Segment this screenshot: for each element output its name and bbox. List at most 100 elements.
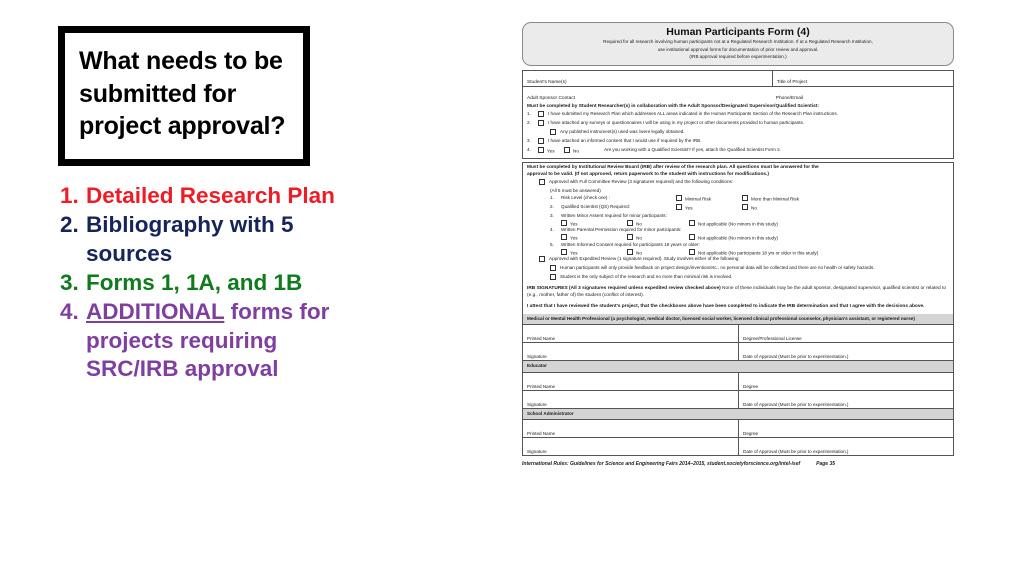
date-of-approval-field[interactable]: Date of Approval (Must be prior to exper… [739, 438, 953, 455]
printed-name-field[interactable]: Printed Name [523, 420, 739, 438]
checkbox-yes[interactable]: Yes [538, 146, 564, 155]
irb-option-no[interactable]: No [627, 220, 689, 227]
irb-option-no[interactable]: No [742, 204, 949, 212]
signature-field[interactable]: Signature [523, 390, 739, 408]
checkbox[interactable] [538, 111, 548, 119]
printed-name-label: Printed Name [527, 336, 556, 342]
checkbox[interactable] [538, 120, 548, 128]
date-of-approval-label: Date of Approval (Must be prior to exper… [743, 449, 849, 455]
irb-option-label: Yes [570, 250, 578, 256]
title-of-project-label: Title of Project [776, 80, 808, 86]
human-participants-form: Human Participants Form (4) Required for… [522, 22, 954, 567]
checkbox-no[interactable]: No [564, 146, 604, 155]
irb-option-more-than-minimal-risk[interactable]: More than Minimal Risk [742, 195, 949, 203]
checklist-item-number: 2. [527, 120, 531, 126]
list-item: 2. Bibliography with 5 sources [60, 211, 360, 268]
irb-option-not-applicable[interactable]: Not applicable (No minors in this study) [689, 234, 949, 241]
signature-field[interactable]: Signature [523, 343, 739, 361]
irb-option-not-applicable[interactable]: Not applicable (No participants 18 yrs o… [689, 248, 949, 256]
adult-sponsor-field[interactable]: Adult Sponsor Contact [523, 87, 772, 102]
irb-option-label: Not applicable (No participants 18 yrs o… [698, 250, 819, 256]
irb-option-label: No [636, 221, 642, 227]
phone-email-field[interactable]: Phone/Email [772, 87, 953, 102]
checklist-item-label: Are you working with a Qualified Scienti… [604, 146, 781, 152]
checklist-subitem-label: Any published instrument(s) used was /we… [560, 129, 685, 135]
list-item: 3. Forms 1, 1A, and 1B [60, 269, 360, 297]
list-item-emphasis: ADDITIONAL [86, 299, 225, 325]
degree-field[interactable]: Degree [739, 373, 953, 390]
irb-question-1: 1. Risk Level (check one) : Minimal Risk… [527, 195, 949, 203]
title-of-project-field[interactable]: Title of Project [773, 71, 953, 86]
date-of-approval-field[interactable]: Date of Approval (Must be prior to exper… [739, 391, 953, 408]
irb-option-no[interactable]: No [627, 234, 689, 241]
checkbox[interactable] [550, 129, 560, 137]
irb-option-label: No [636, 236, 642, 242]
table-row: Signature Date of Approval (Must be prio… [523, 343, 953, 362]
irb-option-no[interactable]: No [627, 248, 689, 256]
irb-expedited-condition-label: Human participants will only provide fee… [560, 264, 875, 270]
checklist-item-label: I have attached an informed consent that… [548, 137, 702, 143]
degree-license-label: Degree/Professional License [743, 336, 802, 342]
sponsor-phone-row: Adult Sponsor Contact Phone/Email [523, 87, 953, 102]
signature-label: Signature [527, 401, 547, 407]
signature-label: Signature [527, 354, 547, 360]
checklist-item: 3. I have attached an informed consent t… [527, 137, 949, 146]
printed-name-field[interactable]: Printed Name [523, 325, 739, 343]
table-row: Printed Name Degree/Professional License [523, 325, 953, 344]
irb-question-label: Qualified Scientist (QS) Required: [561, 204, 630, 210]
irb-question-5-options: Yes No Not applicable (No participants 1… [527, 248, 949, 256]
irb-question-4-options: Yes No Not applicable (No minors in this… [527, 234, 949, 241]
irb-option-label: Yes [570, 236, 578, 242]
irb-section-box: Must be completed by Institutional Revie… [522, 162, 954, 457]
printed-name-label: Printed Name [527, 431, 556, 437]
student-checklist-heading: Must be completed by Student Researcher(… [527, 104, 819, 110]
irb-option-yes[interactable]: Yes [561, 220, 627, 227]
phone-email-label: Phone/Email [775, 96, 803, 102]
irb-heading-line2: approval to be valid. (If not approved, … [527, 171, 769, 177]
list-item-number: 4. [60, 299, 79, 325]
checkbox[interactable] [550, 264, 560, 273]
table-row: Printed Name Degree [523, 372, 953, 391]
irb-question-2: 2. Qualified Scientist (QS) Required: Ye… [527, 204, 949, 212]
irb-question-number: 3. [550, 212, 554, 218]
checklist-item: 1. I have submitted my Research Plan whi… [527, 111, 949, 119]
signature-band-label: School Administrator [527, 410, 574, 416]
checkbox-no-label: No [573, 148, 579, 154]
irb-question-3-options: Yes No Not applicable (No minors in this… [527, 220, 949, 227]
date-of-approval-field[interactable]: Date of Approval (Must be prior to exper… [739, 343, 953, 360]
signature-field[interactable]: Signature [523, 438, 739, 456]
form-header: Human Participants Form (4) Required for… [522, 22, 954, 67]
irb-option-minimal-risk[interactable]: Minimal Risk [676, 195, 742, 203]
irb-option-yes[interactable]: Yes [561, 248, 627, 256]
checklist-item-number: 4. [527, 146, 531, 152]
checkbox[interactable] [550, 273, 560, 282]
irb-full-review-option: Approved with Full Committee Review (3 s… [527, 179, 949, 187]
irb-option-not-applicable[interactable]: Not applicable (No minors in this study) [689, 220, 949, 227]
degree-license-field[interactable]: Degree/Professional License [739, 325, 953, 342]
list-item: 1. Detailed Research Plan [60, 182, 360, 210]
form-title: Human Participants Form (4) [666, 26, 810, 38]
checkbox[interactable] [539, 256, 549, 264]
irb-all5-note: (All 5 must be answered) [527, 188, 949, 195]
irb-option-yes[interactable]: Yes [676, 204, 742, 212]
list-item-label: Bibliography with 5 sources [86, 212, 294, 266]
irb-option-yes[interactable]: Yes [561, 234, 627, 241]
irb-question-5: 5. Written Informed Consent required for… [527, 242, 949, 249]
list-item-label: Detailed Research Plan [86, 183, 335, 208]
irb-option-label: No [751, 205, 757, 211]
irb-signatures-note: IRB SIGNATURES (All 3 signatures require… [527, 286, 949, 300]
page-title: What needs to be submitted for project a… [79, 47, 286, 140]
students-name-label: Student's Name(s) [527, 80, 567, 86]
irb-question-label: Written Minor Assent required for minor … [561, 212, 667, 218]
list-item: 4. ADDITIONAL forms for projects requiri… [60, 298, 360, 383]
degree-field[interactable]: Degree [739, 420, 953, 437]
students-name-field[interactable]: Student's Name(s) [523, 71, 773, 87]
checkbox[interactable] [539, 179, 549, 187]
list-item-number: 2. [60, 212, 79, 238]
checkbox[interactable] [538, 137, 548, 146]
irb-all5-label: (All 5 must be answered) [550, 188, 601, 194]
printed-name-field[interactable]: Printed Name [523, 372, 739, 390]
irb-option-label: Yes [685, 205, 693, 211]
name-project-row: Student's Name(s) Title of Project [523, 71, 953, 88]
irb-option-label: Yes [570, 221, 578, 227]
